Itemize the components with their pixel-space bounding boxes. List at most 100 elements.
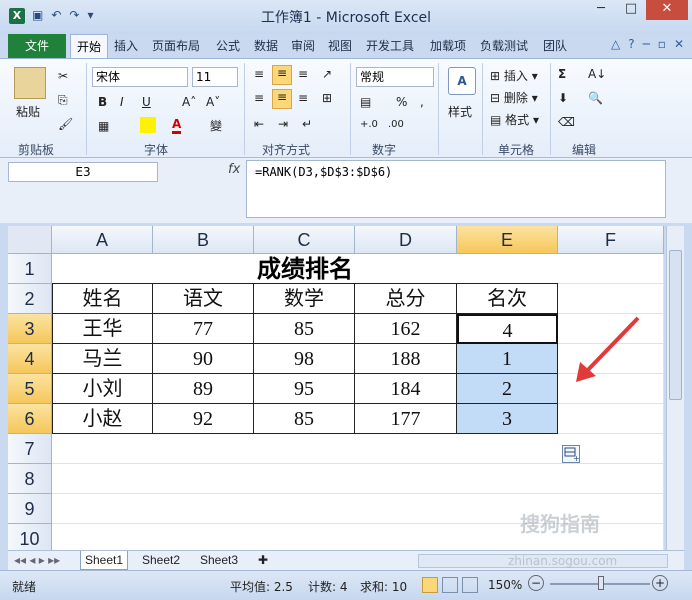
doc-restore-icon[interactable]: ▫	[658, 37, 666, 51]
name-box[interactable]: E3	[8, 162, 158, 182]
tab-view[interactable]: 视图	[328, 37, 352, 54]
autofill-options-icon[interactable]: +	[562, 445, 580, 463]
decrease-decimal-icon[interactable]: .00	[388, 119, 404, 130]
decrease-indent-icon[interactable]: ⇤	[254, 117, 264, 131]
wrap-text-icon[interactable]: ↵	[302, 117, 312, 131]
find-select-icon[interactable]: 🔍	[588, 91, 603, 105]
doc-close-icon[interactable]: ✕	[674, 37, 684, 51]
align-right-icon[interactable]: ≡	[298, 91, 308, 105]
worksheet-grid[interactable]: A B C D E F 1 2 3 4 5 6 7 8 9 10 成绩排名 姓名…	[8, 226, 664, 550]
header-cell-total[interactable]: 总分	[355, 284, 457, 314]
column-header-f[interactable]: F	[558, 226, 664, 254]
fill-color-icon[interactable]	[140, 117, 156, 133]
select-all-corner[interactable]	[8, 226, 52, 254]
vertical-scroll-thumb[interactable]	[669, 250, 682, 400]
column-header-e[interactable]: E	[457, 226, 558, 254]
page-layout-view-icon[interactable]	[442, 577, 458, 593]
table-cell[interactable]: 92	[153, 404, 254, 434]
minimize-button[interactable]: ─	[586, 0, 616, 20]
header-cell-name[interactable]: 姓名	[52, 284, 153, 314]
header-cell-rank[interactable]: 名次	[457, 284, 558, 314]
format-cells-button[interactable]: ▤ 格式 ▾	[490, 111, 539, 128]
insert-function-button[interactable]: fx	[228, 162, 240, 177]
table-cell[interactable]: 95	[254, 374, 355, 404]
underline-button[interactable]: U	[142, 95, 151, 109]
table-cell[interactable]: 小刘	[52, 374, 153, 404]
phonetic-icon[interactable]: 變	[210, 117, 222, 134]
zoom-level[interactable]: 150%	[488, 578, 522, 592]
active-cell-e3[interactable]: 4	[457, 314, 558, 344]
row-header-2[interactable]: 2	[8, 284, 52, 314]
table-cell[interactable]: 98	[254, 344, 355, 374]
sheet-tab-2[interactable]: Sheet2	[138, 551, 184, 570]
styles-button[interactable]: 样式	[448, 103, 472, 120]
format-painter-icon[interactable]: 🖌	[58, 117, 73, 131]
tab-addins[interactable]: 加载项	[430, 37, 466, 54]
doc-minimize-icon[interactable]: ─	[643, 37, 650, 51]
row-header-6[interactable]: 6	[8, 404, 52, 434]
column-header-b[interactable]: B	[153, 226, 254, 254]
tab-insert[interactable]: 插入	[114, 37, 138, 54]
copy-icon[interactable]: ⎘	[58, 93, 68, 108]
minimize-ribbon-icon[interactable]: △	[611, 37, 620, 51]
align-bottom-icon[interactable]: ≡	[298, 67, 308, 81]
italic-button[interactable]: I	[120, 95, 124, 109]
header-cell-chinese[interactable]: 语文	[153, 284, 254, 314]
table-cell[interactable]: 89	[153, 374, 254, 404]
border-icon[interactable]: ▦	[98, 119, 109, 133]
sheet-tab-1[interactable]: Sheet1	[80, 551, 129, 570]
fill-icon[interactable]: ⬇	[558, 91, 568, 105]
cell[interactable]	[558, 254, 664, 284]
font-size-select[interactable]: 11	[192, 67, 238, 87]
sheet-title-cell[interactable]: 成绩排名	[52, 254, 558, 284]
table-cell[interactable]: 小赵	[52, 404, 153, 434]
formula-input[interactable]: =RANK(D3,$D$3:$D$6)	[246, 160, 666, 218]
row-header-3[interactable]: 3	[8, 314, 52, 344]
shrink-font-icon[interactable]: A˅	[206, 95, 220, 109]
sort-filter-icon[interactable]: A↓	[588, 67, 606, 81]
sheet-nav-arrows-icon[interactable]: ◂◂ ◂ ▸ ▸▸	[10, 551, 64, 570]
table-cell[interactable]: 162	[355, 314, 457, 344]
row-header-5[interactable]: 5	[8, 374, 52, 404]
tab-home[interactable]: 开始	[70, 34, 108, 59]
tab-page-layout[interactable]: 页面布局	[152, 37, 200, 54]
row-header-1[interactable]: 1	[8, 254, 52, 284]
insert-cells-button[interactable]: ⊞ 插入 ▾	[490, 67, 538, 84]
zoom-slider-thumb[interactable]	[598, 576, 604, 590]
tab-team[interactable]: 团队	[543, 37, 567, 54]
table-cell[interactable]: 王华	[52, 314, 153, 344]
clear-icon[interactable]: ⌫	[558, 115, 575, 129]
selected-cell[interactable]: 1	[457, 344, 558, 374]
paste-button[interactable]: 粘贴	[16, 103, 40, 120]
merge-center-icon[interactable]: ⊞	[322, 91, 332, 105]
row-header-7[interactable]: 7	[8, 434, 52, 464]
zoom-out-icon[interactable]: −	[528, 575, 544, 591]
align-top-icon[interactable]: ≡	[254, 67, 264, 81]
close-button[interactable]: ✕	[646, 0, 688, 20]
normal-view-icon[interactable]	[422, 577, 438, 593]
bold-button[interactable]: B	[98, 95, 107, 109]
tab-load-test[interactable]: 负载测试	[480, 37, 528, 54]
table-cell[interactable]: 90	[153, 344, 254, 374]
styles-icon[interactable]: A	[448, 67, 476, 95]
align-center-icon[interactable]: ≡	[272, 89, 292, 109]
column-header-a[interactable]: A	[52, 226, 153, 254]
table-cell[interactable]: 77	[153, 314, 254, 344]
table-cell[interactable]: 188	[355, 344, 457, 374]
increase-indent-icon[interactable]: ⇥	[278, 117, 288, 131]
header-cell-math[interactable]: 数学	[254, 284, 355, 314]
increase-decimal-icon[interactable]: +.0	[360, 119, 378, 130]
page-break-view-icon[interactable]	[462, 577, 478, 593]
tab-review[interactable]: 审阅	[291, 37, 315, 54]
comma-button[interactable]: ,	[420, 95, 424, 109]
table-cell[interactable]: 马兰	[52, 344, 153, 374]
grow-font-icon[interactable]: A˄	[182, 95, 196, 109]
row-header-8[interactable]: 8	[8, 464, 52, 494]
restore-button[interactable]: □	[616, 0, 646, 20]
align-middle-icon[interactable]: ≡	[272, 65, 292, 85]
cell[interactable]	[558, 404, 664, 434]
font-name-select[interactable]: 宋体	[92, 67, 188, 87]
tab-developer[interactable]: 开发工具	[366, 37, 414, 54]
orientation-icon[interactable]: ↗	[322, 67, 332, 81]
align-left-icon[interactable]: ≡	[254, 91, 264, 105]
